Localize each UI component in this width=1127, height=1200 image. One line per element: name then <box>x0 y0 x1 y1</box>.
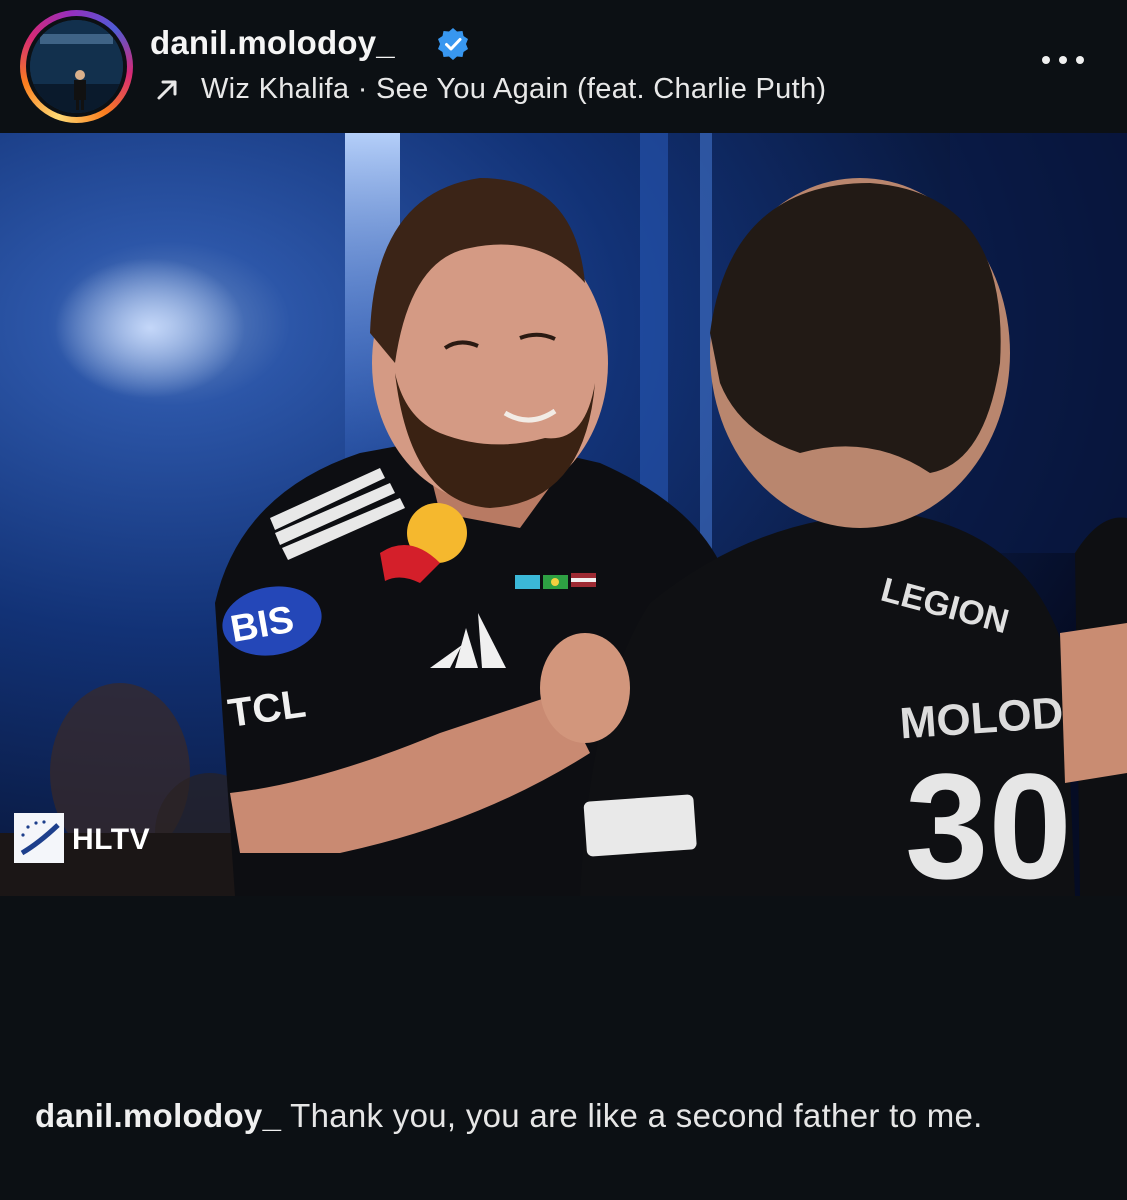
post-caption: danil.molodoy_ Thank you, you are like a… <box>35 1094 1095 1138</box>
arrow-up-right-icon <box>157 80 177 100</box>
svg-text:30: 30 <box>905 742 1072 896</box>
hltv-logo-icon <box>14 813 64 863</box>
caption-username[interactable]: danil.molodoy_ <box>35 1097 281 1134</box>
music-track-label: Wiz Khalifa · See You Again (feat. Charl… <box>201 73 827 105</box>
verified-badge-icon <box>438 28 468 60</box>
post-username[interactable]: danil.molodoy_ <box>150 24 395 62</box>
caption-text: Thank you, you are like a second father … <box>290 1097 983 1134</box>
story-ring[interactable] <box>20 10 133 123</box>
more-horizontal-icon[interactable] <box>1038 50 1088 70</box>
photo-illustration: BIS TCL LEGION MOLODOY 30 <box>0 133 1127 896</box>
hltv-watermark-label: HLTV <box>72 823 151 856</box>
post-photo[interactable]: BIS TCL LEGION MOLODOY 30 HLTV <box>0 133 1127 896</box>
avatar[interactable] <box>30 20 123 113</box>
post-header: danil.molodoy_ Wiz Khalifa · See You Aga… <box>0 0 1127 133</box>
